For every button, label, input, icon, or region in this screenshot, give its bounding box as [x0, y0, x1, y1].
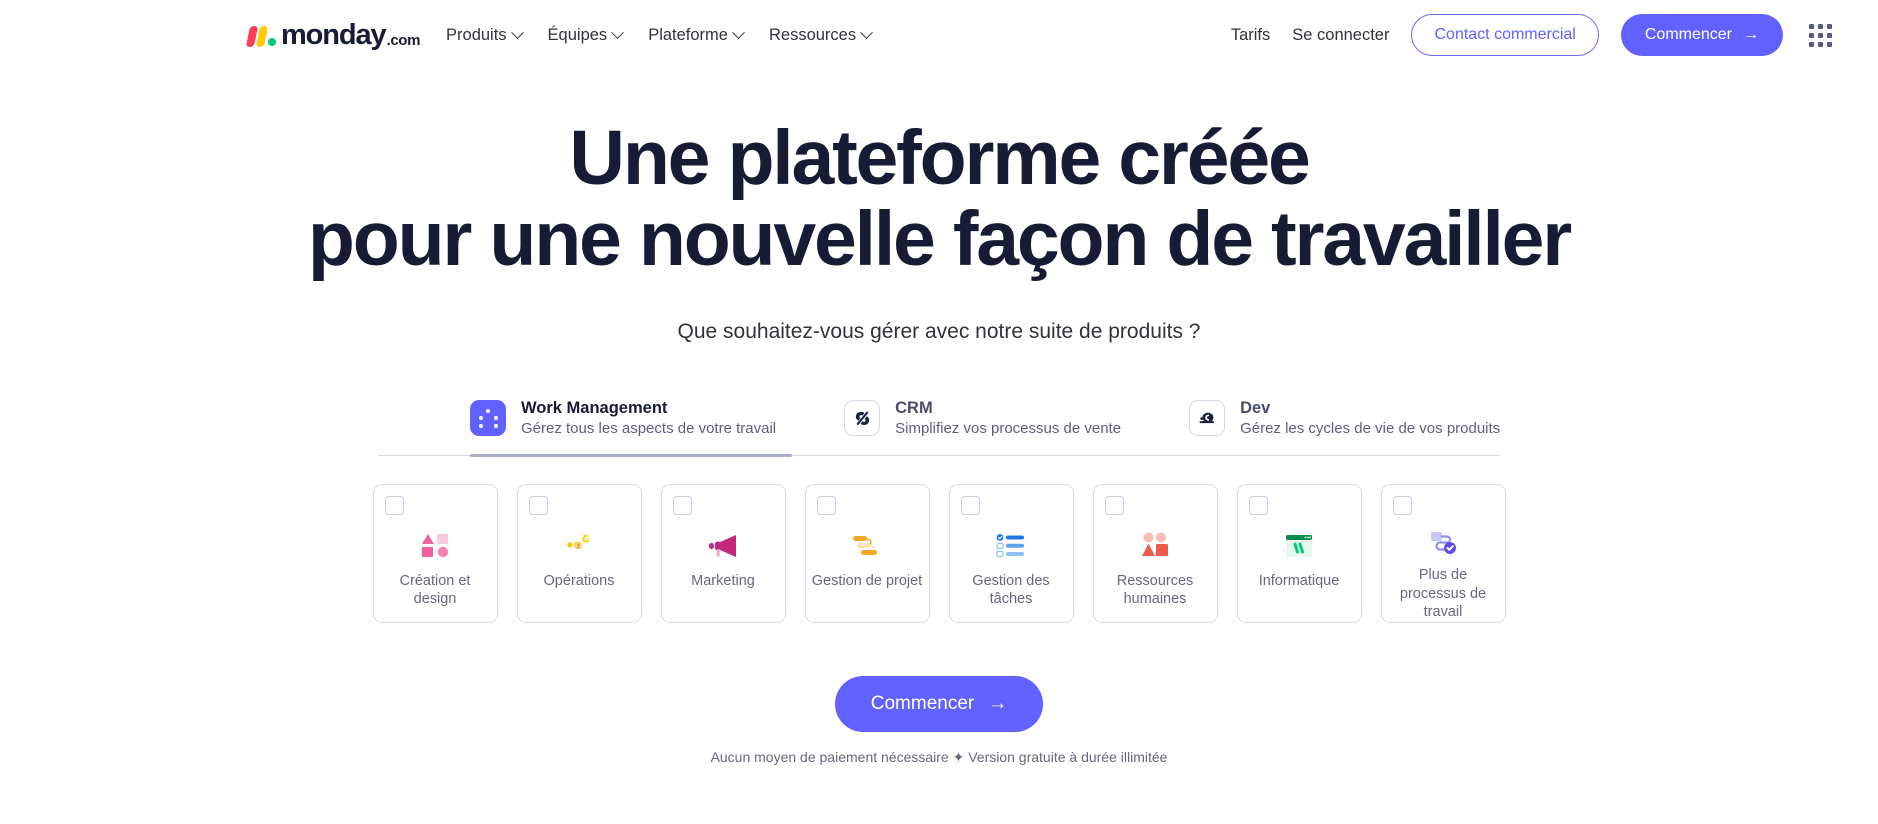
tab-crm-subtitle: Simplifiez vos processus de vente — [895, 419, 1122, 437]
nav-item-ressources[interactable]: Ressources — [768, 25, 873, 45]
arrow-right-icon: → — [988, 692, 1008, 714]
monday-logo[interactable]: monday .com — [245, 18, 421, 51]
card-plus-de-processus-de-travail[interactable]: Plus de processus de travail — [1380, 483, 1506, 623]
card-gestion-des-taches[interactable]: Gestion des tâches — [948, 483, 1074, 623]
monday-logo-mark — [245, 25, 276, 47]
get-started-button[interactable]: Commencer → — [1620, 14, 1783, 56]
logo-dot-green-icon — [268, 37, 276, 46]
gears-yellow-icon — [563, 529, 595, 563]
card-creation-et-design[interactable]: Création et design — [372, 483, 498, 623]
page-title: Une plateforme créée pour une nouvelle f… — [0, 118, 1878, 280]
card-label: Création et design — [399, 572, 471, 608]
card-label: Plus de processus de travail — [1399, 567, 1487, 621]
nav-item-equipes-label: Équipes — [547, 25, 608, 44]
nav-item-produits[interactable]: Produits — [446, 25, 524, 45]
tab-work-management-subtitle: Gérez tous les aspects de votre travail — [521, 419, 777, 437]
nav-item-ressources-label: Ressources — [768, 25, 857, 44]
work-management-dots-icon — [470, 400, 506, 437]
nav-item-equipes[interactable]: Équipes — [547, 25, 625, 45]
card-label: Opérations — [543, 572, 615, 589]
tab-work-management[interactable]: Work Management Gérez tous les aspects d… — [470, 392, 810, 457]
nav-login-link[interactable]: Se connecter — [1292, 26, 1389, 45]
card-checkbox[interactable] — [1392, 495, 1412, 515]
card-ressources-humaines[interactable]: Ressources humaines — [1092, 483, 1218, 623]
nav-item-plateforme-label: Plateforme — [648, 25, 728, 44]
use-case-card-list: Création et design Opérations Marketing … — [0, 483, 1878, 623]
nav-pricing-link[interactable]: Tarifs — [1231, 26, 1270, 45]
tab-crm-title: CRM — [895, 398, 933, 417]
people-red-icon — [1139, 529, 1171, 563]
arrow-right-icon: → — [1743, 26, 1759, 43]
card-label: Marketing — [691, 572, 755, 589]
card-checkbox[interactable] — [672, 495, 692, 515]
card-label: Gestion des tâches — [972, 572, 1050, 608]
tab-crm[interactable]: CRM Simplifiez vos processus de vente — [810, 392, 1155, 455]
workflow-purple-icon — [1426, 529, 1460, 557]
logo-tld: .com — [386, 31, 421, 49]
cta-section: Commencer → Aucun moyen de paiement néce… — [0, 675, 1878, 766]
logo-wordmark: monday — [281, 18, 387, 51]
chevron-down-icon — [732, 25, 745, 39]
top-navigation-bar: monday .com Produits Équipes Plateforme … — [0, 0, 1878, 70]
card-checkbox[interactable] — [1104, 495, 1124, 515]
crm-loop-icon — [844, 400, 881, 437]
card-checkbox[interactable] — [384, 495, 404, 515]
tab-dev-title: Dev — [1240, 398, 1271, 417]
card-marketing[interactable]: Marketing — [660, 483, 786, 623]
gantt-orange-icon — [850, 529, 884, 563]
nav-item-plateforme[interactable]: Plateforme — [648, 25, 745, 45]
card-checkbox[interactable] — [1248, 495, 1268, 515]
tab-dev-subtitle: Gérez les cycles de vie de vos produits — [1240, 419, 1501, 437]
card-checkbox[interactable] — [960, 495, 980, 515]
dev-icon — [1189, 400, 1226, 437]
hero-section: Une plateforme créée pour une nouvelle f… — [0, 70, 1878, 344]
headline-line-2: pour une nouvelle façon de travailler — [307, 195, 1572, 282]
headline-line-1: Une plateforme créée — [569, 115, 1310, 201]
card-label: Ressources humaines — [1116, 572, 1194, 608]
card-operations[interactable]: Opérations — [516, 483, 642, 623]
card-checkbox[interactable] — [816, 495, 836, 515]
start-button[interactable]: Commencer → — [834, 675, 1044, 732]
megaphone-icon — [706, 529, 740, 563]
browser-green-icon — [1283, 529, 1315, 563]
hero-subheading: Que souhaitez-vous gérer avec notre suit… — [677, 319, 1201, 343]
nav-item-produits-label: Produits — [446, 25, 507, 44]
card-checkbox[interactable] — [528, 495, 548, 515]
card-gestion-de-projet[interactable]: Gestion de projet — [804, 483, 930, 623]
chevron-down-icon — [611, 25, 625, 39]
tab-work-management-title: Work Management — [521, 398, 668, 417]
tab-dev[interactable]: Dev Gérez les cycles de vie de vos produ… — [1155, 392, 1534, 455]
start-button-label: Commencer — [870, 692, 975, 714]
chevron-down-icon — [510, 25, 524, 39]
card-informatique[interactable]: Informatique — [1236, 483, 1362, 623]
chevron-down-icon — [860, 25, 873, 39]
card-label: Informatique — [1258, 572, 1340, 589]
cta-disclaimer: Aucun moyen de paiement nécessaire ✦ Ver… — [710, 748, 1168, 765]
get-started-button-label: Commencer — [1644, 26, 1732, 43]
checklist-blue-icon — [994, 529, 1028, 563]
card-label: Gestion de projet — [811, 572, 923, 589]
contact-sales-button[interactable]: Contact commercial — [1411, 14, 1599, 56]
nav-actions: Tarifs Se connecter Contact commercial C… — [1231, 14, 1832, 56]
product-tabs: Work Management Gérez tous les aspects d… — [378, 392, 1500, 457]
grid-apps-icon[interactable] — [1809, 23, 1832, 47]
shapes-pink-icon — [419, 529, 451, 563]
primary-nav-links: Produits Équipes Plateforme Ressources — [446, 25, 873, 45]
